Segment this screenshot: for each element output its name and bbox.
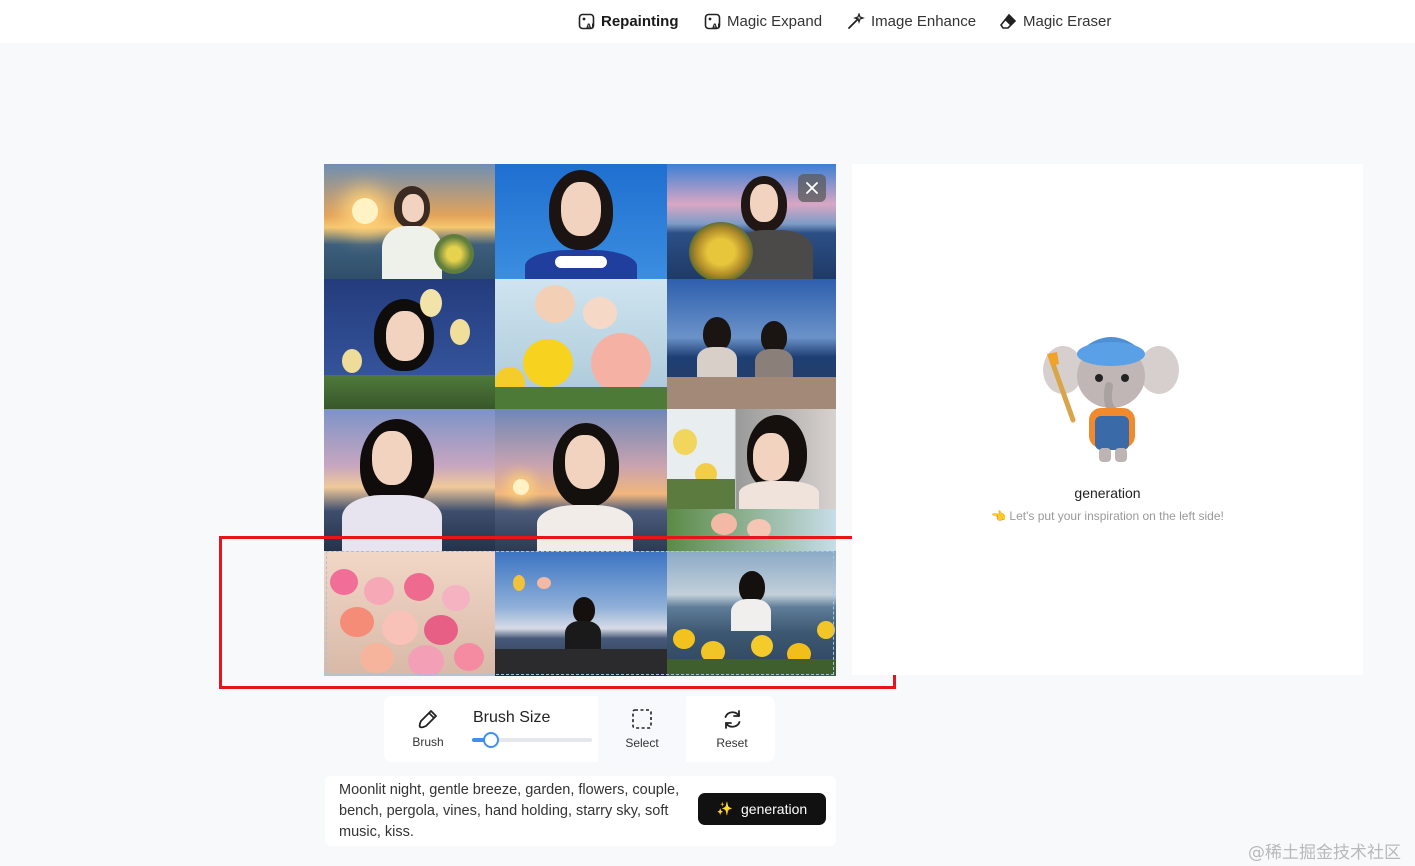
result-title: generation [1074, 485, 1141, 501]
photo-tile [495, 279, 667, 409]
nav-tab-image-enhance[interactable]: Image Enhance [847, 10, 976, 32]
result-panel: generation 👈 Let's put your inspiration … [852, 164, 1363, 675]
close-image-button[interactable] [798, 174, 826, 202]
sparkle-icon: ✨ [716, 801, 733, 816]
prompt-panel: Moonlit night, gentle breeze, garden, fl… [325, 776, 836, 846]
svg-text:AI: AI [586, 22, 594, 30]
prompt-input[interactable]: Moonlit night, gentle breeze, garden, fl… [339, 780, 684, 844]
nav-tab-magic-eraser[interactable]: Magic Eraser [1000, 10, 1111, 32]
generate-label: generation [741, 801, 808, 817]
select-label: Select [625, 736, 659, 750]
nav-label: Image Enhance [871, 12, 977, 30]
photo-tile [324, 409, 495, 551]
generate-button[interactable]: ✨ generation [698, 793, 826, 825]
magic-wand-icon [848, 12, 865, 29]
reset-button[interactable]: Reset [706, 696, 758, 762]
eraser-icon [1000, 13, 1017, 29]
photo-tile [495, 164, 667, 279]
marquee-select-icon [632, 709, 652, 729]
result-hint: 👈 Let's put your inspiration on the left… [991, 509, 1224, 523]
photo-tile [667, 551, 836, 676]
slider-thumb[interactable] [483, 732, 499, 748]
select-tool-button[interactable]: Select [598, 696, 686, 762]
nav-tab-magic-expand[interactable]: AI Magic Expand [704, 10, 822, 32]
photo-tile [667, 409, 836, 551]
image-canvas[interactable] [324, 164, 836, 676]
photo-tile [495, 551, 667, 676]
nav-label: Magic Expand [727, 12, 823, 30]
photo-tile [324, 164, 495, 279]
refresh-icon [724, 709, 740, 729]
photo-tile [495, 409, 667, 551]
brush-label: Brush [412, 735, 444, 749]
nav-label: Repainting [601, 12, 679, 30]
photo-tile [324, 279, 495, 409]
watermark: @稀土掘金技术社区 [1248, 843, 1401, 863]
brush-size-label: Brush Size [473, 709, 551, 726]
close-icon [806, 182, 818, 194]
brush-icon [418, 710, 437, 729]
brush-size-slider[interactable] [472, 732, 592, 748]
nav-label: Magic Eraser [1023, 12, 1112, 30]
ai-image-icon: AI [704, 13, 721, 30]
top-navigation-bar: AI Repainting AI Magic Expand Image Enha… [0, 0, 1415, 43]
brush-tool-button[interactable]: Brush [402, 696, 454, 762]
svg-text:AI: AI [712, 22, 720, 30]
reset-label: Reset [716, 735, 748, 750]
edit-toolbar: Brush Brush Size Select Reset [384, 696, 775, 762]
photo-tile [324, 551, 495, 676]
elephant-painter-mascot [1043, 337, 1179, 462]
ai-image-icon: AI [578, 13, 595, 30]
photo-tile [667, 279, 836, 409]
nav-tab-repainting[interactable]: AI Repainting [578, 10, 679, 32]
